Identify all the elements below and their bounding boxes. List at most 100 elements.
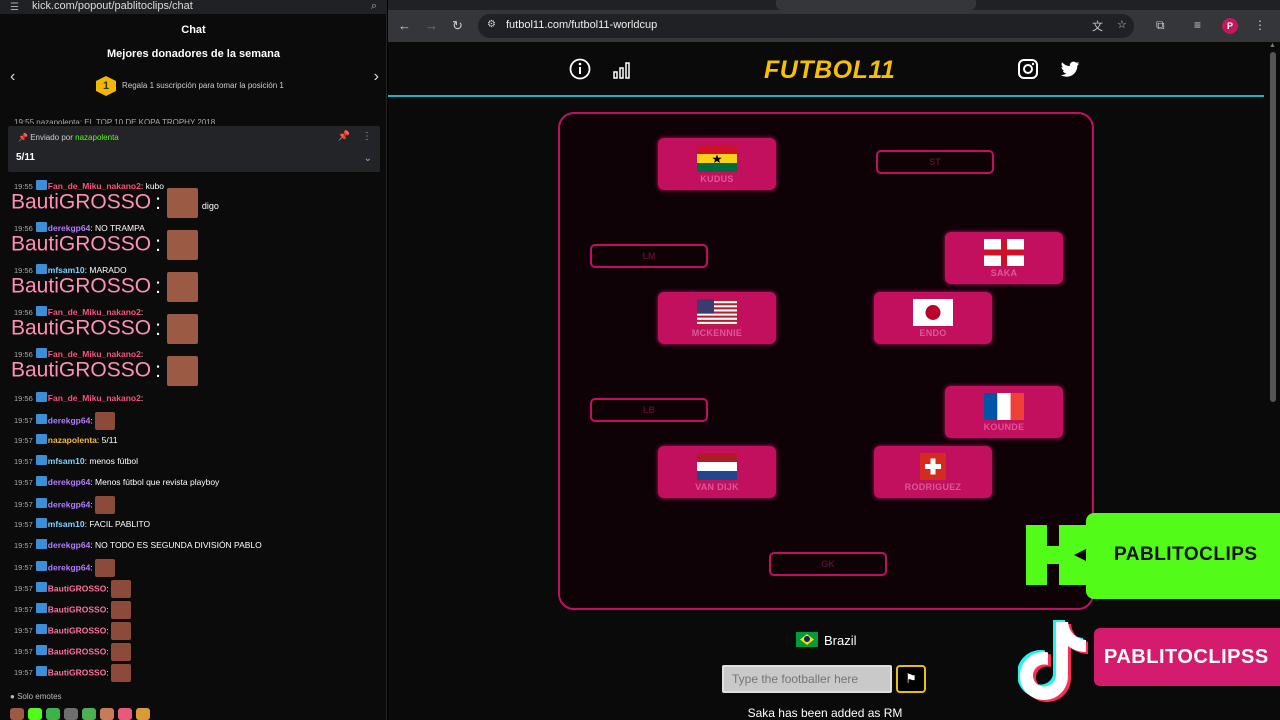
- message-username[interactable]: mfsam10: [48, 456, 85, 466]
- large-username[interactable]: BautiGROSSO: [11, 317, 151, 340]
- top-donors-panel: Mejores donadores de la semana ‹ › 1 Reg…: [0, 40, 386, 118]
- player-card-vandijk[interactable]: VAN DIJK: [658, 446, 776, 498]
- message-text: : Menos fútbol que revista playboy: [90, 477, 220, 487]
- large-username[interactable]: BautiGROSSO: [11, 191, 151, 214]
- player-card-mckennie[interactable]: MCKENNIE: [658, 292, 776, 344]
- twitter-icon[interactable]: [1059, 58, 1081, 85]
- emote-bar[interactable]: [10, 708, 210, 720]
- translate-icon[interactable]: 文: [1092, 18, 1103, 34]
- switzerland-flag-icon: [920, 453, 946, 480]
- player-name: MCKENNIE: [691, 328, 743, 338]
- player-card-saka[interactable]: SAKA: [945, 232, 1063, 284]
- flag-icon[interactable]: ⚑: [896, 665, 926, 693]
- bar-chart-icon[interactable]: [612, 58, 634, 85]
- message-username[interactable]: BautiGROSSO: [48, 625, 107, 635]
- message-username[interactable]: derekgp64: [48, 415, 91, 425]
- emote-icon[interactable]: [136, 708, 150, 720]
- message-time: 19:57: [14, 668, 33, 678]
- pinned-prefix: Enviado por: [30, 133, 73, 142]
- emote-icon: [166, 188, 198, 218]
- search-icon[interactable]: ⌕: [371, 0, 377, 13]
- reload-icon[interactable]: ↻: [452, 18, 463, 34]
- user-badge-icon: [35, 561, 47, 572]
- slot-lb[interactable]: LB: [590, 398, 708, 422]
- message-time: 19:57: [14, 626, 33, 636]
- emote-icon[interactable]: [10, 708, 24, 720]
- info-icon[interactable]: [569, 58, 591, 85]
- emote-icon[interactable]: [118, 708, 132, 720]
- message-time: 19:56: [14, 394, 33, 403]
- slot-gk[interactable]: GK: [769, 552, 887, 576]
- chat-message: 19:57 derekgp64: NO TODO ES SEGUNDA DIVIS…: [14, 538, 262, 554]
- message-username[interactable]: BautiGROSSO: [48, 646, 107, 656]
- message-username[interactable]: derekgp64: [48, 499, 91, 509]
- pitch-lineup: KUDUS ST LM SAKA MCKENNIE ENDO LB KOUNDE…: [558, 112, 1094, 610]
- message-username[interactable]: derekgp64: [48, 562, 91, 572]
- emote-icon[interactable]: [64, 708, 78, 720]
- large-username[interactable]: BautiGROSSO: [11, 359, 151, 382]
- site-info-icon[interactable]: ⚙: [487, 19, 496, 30]
- chevron-left-icon[interactable]: ‹: [10, 68, 15, 86]
- message-username[interactable]: Fan_de_Miku_nakano2: [48, 393, 141, 403]
- message-username[interactable]: BautiGROSSO: [48, 667, 107, 677]
- emote-icon: [166, 356, 198, 386]
- pinned-message[interactable]: 📌 Enviado por nazapolenta 5/11 📌 ⋮ ⌄: [8, 126, 380, 172]
- active-tab[interactable]: [776, 0, 976, 10]
- kick-channel-name: PABLITOCLIPS: [1114, 544, 1258, 565]
- scrollbar-thumb[interactable]: [1270, 52, 1276, 402]
- player-card-endo[interactable]: ENDO: [874, 292, 992, 344]
- message-text: : FACIL PABLITO: [84, 519, 151, 529]
- message-username[interactable]: derekgp64: [48, 477, 91, 487]
- chat-url-bar[interactable]: ☰ kick.com/popout/pablitoclips/chat ⌕: [0, 0, 386, 14]
- reading-list-icon[interactable]: ≡: [1194, 18, 1201, 32]
- player-name: SAKA: [990, 268, 1018, 278]
- tune-icon[interactable]: ☰: [10, 1, 19, 14]
- more-options-icon[interactable]: ⋮: [362, 131, 372, 142]
- emote-icon[interactable]: [82, 708, 96, 720]
- player-card-kounde[interactable]: KOUNDE: [945, 386, 1063, 438]
- profile-avatar[interactable]: P: [1222, 18, 1238, 34]
- current-country: Brazil: [796, 632, 857, 648]
- message-username[interactable]: BautiGROSSO: [48, 604, 107, 614]
- slot-st[interactable]: ST: [876, 150, 994, 174]
- forward-icon[interactable]: →: [425, 18, 438, 33]
- message-username[interactable]: nazapolenta: [48, 435, 97, 445]
- emote-icon[interactable]: [100, 708, 114, 720]
- scroll-up-icon[interactable]: ▲: [1269, 42, 1276, 49]
- emote-only-label: ● Solo emotes: [10, 692, 62, 701]
- extensions-icon[interactable]: ⧉: [1156, 18, 1165, 33]
- large-username[interactable]: BautiGROSSO: [11, 275, 151, 298]
- message-username[interactable]: derekgp64: [48, 540, 91, 550]
- chat-message: 19:57 BautiGROSSO:: [14, 580, 131, 598]
- chat-message: 19:57 derekgp64:: [14, 559, 115, 577]
- emote-icon[interactable]: [46, 708, 60, 720]
- emote-icon[interactable]: [28, 708, 42, 720]
- browser-menu-icon[interactable]: ⋮: [1254, 18, 1266, 32]
- player-card-rodriguez[interactable]: RODRIGUEZ: [874, 446, 992, 498]
- player-name: VAN DIJK: [695, 482, 739, 492]
- player-card-kudus[interactable]: KUDUS: [658, 138, 776, 190]
- pinned-user[interactable]: nazapolenta: [75, 133, 119, 142]
- screen: ☰ kick.com/popout/pablitoclips/chat ⌕ Ch…: [0, 0, 1280, 720]
- message-username[interactable]: BautiGROSSO: [48, 583, 107, 593]
- user-badge-icon: [35, 392, 47, 402]
- message-text: :: [140, 393, 144, 403]
- message-time: 19:57: [14, 500, 33, 510]
- pin-icon[interactable]: 📌: [338, 131, 350, 142]
- slot-lm[interactable]: LM: [590, 244, 708, 268]
- chat-message: 19:57 BautiGROSSO:: [14, 622, 131, 640]
- back-icon[interactable]: ←: [398, 18, 411, 33]
- chevron-down-icon[interactable]: ⌄: [364, 153, 372, 164]
- address-bar[interactable]: ⚙ futbol11.com/futbol11-worldcup 文 ☆: [478, 14, 1134, 38]
- user-badge-icon: [35, 476, 47, 486]
- large-username[interactable]: BautiGROSSO: [11, 233, 151, 256]
- star-icon[interactable]: ☆: [1117, 18, 1127, 31]
- message-username[interactable]: mfsam10: [48, 519, 85, 529]
- chat-message: 19:57 derekgp64:: [14, 412, 115, 430]
- instagram-icon[interactable]: [1017, 58, 1039, 85]
- site-logo[interactable]: FUTBOL11: [764, 56, 895, 85]
- footballer-search-input[interactable]: [722, 665, 892, 693]
- rank-medal-icon: 1: [96, 76, 116, 96]
- england-flag-icon: [984, 239, 1024, 266]
- chevron-right-icon[interactable]: ›: [374, 68, 379, 86]
